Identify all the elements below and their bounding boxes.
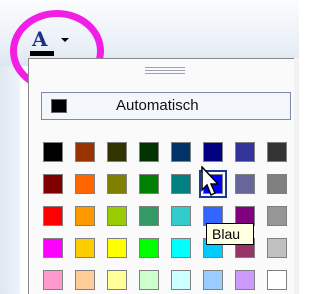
color-swatch[interactable] — [267, 206, 287, 226]
color-tooltip: Blau — [206, 223, 254, 245]
toolbar-edge — [0, 66, 20, 294]
color-swatch[interactable] — [43, 270, 63, 290]
color-swatch[interactable] — [43, 206, 63, 226]
mouse-pointer-icon — [201, 166, 220, 197]
color-swatch[interactable] — [75, 174, 95, 194]
palette-drag-handle[interactable] — [145, 67, 185, 76]
color-swatch[interactable] — [235, 174, 255, 194]
color-swatch[interactable] — [139, 142, 159, 162]
color-swatch[interactable] — [235, 142, 255, 162]
color-swatch[interactable] — [171, 142, 191, 162]
color-swatch[interactable] — [171, 206, 191, 226]
color-swatch[interactable] — [267, 174, 287, 194]
color-swatch[interactable] — [171, 174, 191, 194]
color-swatch[interactable] — [267, 270, 287, 290]
color-swatch[interactable] — [267, 238, 287, 258]
color-swatch[interactable] — [75, 270, 95, 290]
color-swatch[interactable] — [107, 238, 127, 258]
automatic-color-swatch — [51, 99, 67, 113]
color-swatch[interactable] — [139, 238, 159, 258]
color-swatch[interactable] — [75, 206, 95, 226]
automatic-color-label: Automatisch — [116, 97, 199, 114]
color-swatch[interactable] — [139, 174, 159, 194]
color-swatch[interactable] — [43, 174, 63, 194]
automatic-color-button[interactable]: Automatisch — [41, 92, 291, 120]
color-swatch[interactable] — [43, 142, 63, 162]
color-swatch[interactable] — [171, 270, 191, 290]
color-palette-popup: Automatisch — [28, 58, 299, 294]
color-swatch[interactable] — [203, 142, 223, 162]
color-swatch[interactable] — [139, 206, 159, 226]
color-swatch[interactable] — [107, 270, 127, 290]
color-swatch[interactable] — [203, 270, 223, 290]
palette-shadow — [294, 58, 299, 294]
color-swatch[interactable] — [107, 142, 127, 162]
color-swatch[interactable] — [267, 142, 287, 162]
color-swatch[interactable] — [43, 238, 63, 258]
color-swatch[interactable] — [171, 238, 191, 258]
color-swatch[interactable] — [107, 206, 127, 226]
color-swatch[interactable] — [75, 238, 95, 258]
color-swatch[interactable] — [235, 270, 255, 290]
color-swatch[interactable] — [107, 174, 127, 194]
color-swatch[interactable] — [75, 142, 95, 162]
color-swatch[interactable] — [139, 270, 159, 290]
